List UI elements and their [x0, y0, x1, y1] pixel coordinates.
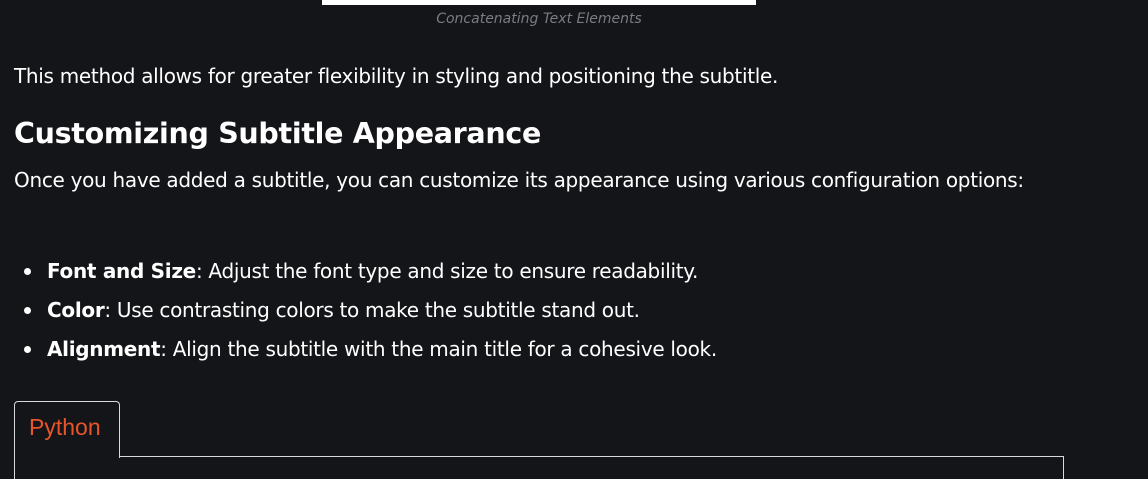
intro-paragraph: Once you have added a subtitle, you can … — [14, 168, 1024, 192]
body-paragraph: This method allows for greater flexibili… — [14, 64, 779, 88]
options-list: Font and Size: Adjust the font type and … — [14, 252, 717, 369]
list-item-term: Alignment — [47, 337, 161, 361]
bullet-icon — [24, 268, 31, 275]
article-page: Concatenating Text Elements This method … — [0, 0, 1148, 479]
tab-python[interactable]: Python — [14, 401, 120, 458]
bullet-icon — [24, 307, 31, 314]
list-item: Font and Size: Adjust the font type and … — [14, 252, 717, 291]
list-item-text: : Use contrasting colors to make the sub… — [104, 298, 640, 322]
tab-python-label: Python — [29, 414, 101, 440]
list-item-term: Color — [47, 298, 105, 322]
list-item-text: : Adjust the font type and size to ensur… — [195, 259, 698, 283]
code-block-panel — [14, 456, 1064, 479]
list-item-term: Font and Size — [47, 259, 196, 283]
section-heading: Customizing Subtitle Appearance — [14, 117, 541, 150]
bullet-icon — [24, 346, 31, 353]
figure-caption: Concatenating Text Elements — [436, 11, 642, 27]
list-item: Color: Use contrasting colors to make th… — [14, 291, 717, 330]
list-item: Alignment: Align the subtitle with the m… — [14, 330, 717, 369]
figure-image — [322, 0, 756, 5]
list-item-text: : Align the subtitle with the main title… — [160, 337, 717, 361]
